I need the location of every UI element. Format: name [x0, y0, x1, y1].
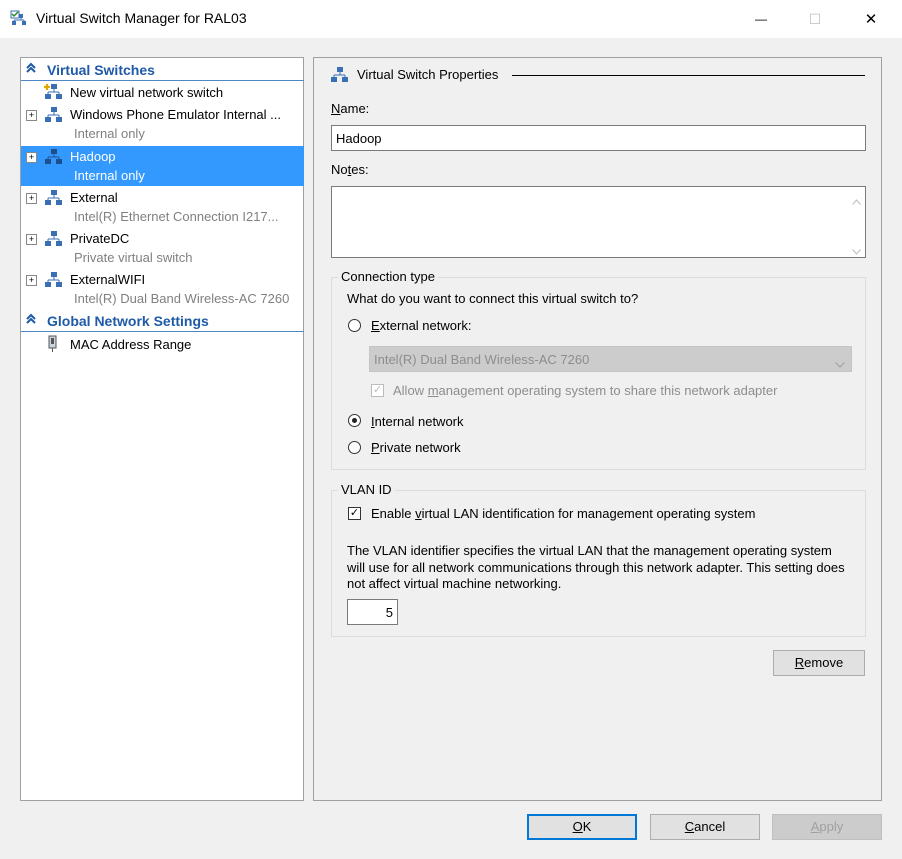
tree-item-label: MAC Address Range	[70, 337, 192, 352]
switch-icon	[330, 66, 350, 84]
tree-item-sublabel: Internal only	[74, 168, 145, 183]
virtual-switches-label: Virtual Switches	[47, 62, 155, 78]
tree-item-sublabel: Intel(R) Ethernet Connection I217...	[74, 209, 279, 224]
scroll-down-icon[interactable]	[852, 243, 861, 258]
vlan-id-value: 5	[385, 605, 393, 620]
tree-item-windows-phone-emulator[interactable]: + Windows Phone Emulator Internal ... In…	[21, 104, 304, 144]
connection-type-title: Connection type	[338, 269, 438, 284]
tree-item-mac-address-range[interactable]: MAC Address Range	[21, 334, 304, 355]
window-title: Virtual Switch Manager for RAL03	[36, 10, 247, 26]
title-bar: Virtual Switch Manager for RAL03 — ☐ ✕	[0, 0, 902, 38]
apply-button: Apply	[772, 814, 882, 840]
chevron-down-icon	[835, 356, 845, 371]
expand-icon[interactable]: +	[26, 234, 37, 245]
enable-vlan-label[interactable]: Enable virtual LAN identification for ma…	[371, 506, 755, 521]
collapse-chevron-icon	[25, 313, 37, 328]
tree-item-label: ExternalWIFI	[70, 272, 146, 287]
tree-item-sublabel: Private virtual switch	[74, 250, 193, 265]
switch-icon	[44, 148, 64, 166]
enable-vlan-checkbox[interactable]: ✓	[348, 507, 361, 520]
private-network-radio[interactable]	[348, 441, 361, 454]
tree-item-external[interactable]: + External Intel(R) Ethernet Connection …	[21, 187, 304, 227]
expand-icon[interactable]: +	[26, 110, 37, 121]
expand-icon[interactable]: +	[26, 152, 37, 163]
switch-icon	[44, 271, 64, 289]
switch-manager-icon	[10, 10, 28, 28]
notes-field[interactable]	[331, 186, 866, 258]
external-network-radio[interactable]	[348, 319, 361, 332]
external-network-label[interactable]: External network:	[371, 318, 471, 333]
tree-item-externalwifi[interactable]: + ExternalWIFI Intel(R) Dual Band Wirele…	[21, 269, 304, 309]
switch-tree[interactable]: Virtual Switches New virtual network swi…	[20, 57, 304, 801]
adapter-select: Intel(R) Dual Band Wireless-AC 7260	[369, 346, 852, 372]
maximize-button: ☐	[792, 0, 838, 38]
vlan-id-field[interactable]: 5	[347, 599, 398, 625]
tree-item-privatedc[interactable]: + PrivateDC Private virtual switch	[21, 228, 304, 268]
vlan-id-title: VLAN ID	[338, 482, 395, 497]
allow-management-label: Allow management operating system to sha…	[393, 383, 778, 398]
cancel-button[interactable]: Cancel	[650, 814, 760, 840]
tree-item-new-switch[interactable]: New virtual network switch	[21, 82, 304, 103]
tree-item-label: Hadoop	[70, 149, 116, 164]
vlan-description: The VLAN identifier specifies the virtua…	[347, 543, 845, 591]
connection-type-question: What do you want to connect this virtual…	[347, 291, 639, 306]
switch-icon	[44, 230, 64, 248]
virtual-switches-header[interactable]: Virtual Switches	[21, 60, 304, 81]
internal-network-radio[interactable]	[348, 414, 361, 427]
close-button[interactable]: ✕	[848, 0, 894, 38]
tree-item-label: External	[70, 190, 118, 205]
network-adapter-icon	[44, 335, 64, 353]
tree-item-sublabel: Internal only	[74, 126, 145, 141]
expand-icon[interactable]: +	[26, 193, 37, 204]
maximize-icon: ☐	[808, 10, 822, 27]
remove-button[interactable]: Remove	[773, 650, 865, 676]
global-network-settings-label: Global Network Settings	[47, 313, 209, 329]
minimize-icon: —	[755, 12, 767, 26]
ok-button[interactable]: OK	[527, 814, 637, 840]
adapter-select-value: Intel(R) Dual Band Wireless-AC 7260	[374, 352, 590, 367]
section-title: Virtual Switch Properties	[357, 67, 499, 82]
name-field[interactable]: Hadoop	[331, 125, 866, 151]
allow-management-checkbox: ✓	[371, 384, 384, 397]
private-network-label[interactable]: Private network	[371, 440, 461, 455]
notes-label: Notes:	[331, 162, 369, 177]
expand-icon[interactable]: +	[26, 275, 37, 286]
close-icon: ✕	[864, 11, 878, 28]
collapse-chevron-icon	[25, 62, 37, 77]
tree-item-label: New virtual network switch	[70, 85, 224, 100]
name-label: Name:	[331, 101, 370, 116]
name-field-value: Hadoop	[336, 131, 382, 146]
scroll-up-icon[interactable]	[852, 193, 861, 208]
tree-item-label: Windows Phone Emulator Internal ...	[70, 107, 281, 122]
minimize-button[interactable]: —	[738, 0, 784, 38]
new-switch-icon	[44, 83, 64, 101]
switch-icon	[44, 189, 64, 207]
global-network-settings-header[interactable]: Global Network Settings	[21, 311, 304, 332]
tree-item-hadoop[interactable]: + Hadoop Internal only	[21, 146, 304, 186]
notes-scrollbar[interactable]	[848, 187, 865, 257]
tree-item-sublabel: Intel(R) Dual Band Wireless-AC 7260	[74, 291, 290, 306]
internal-network-label[interactable]: Internal network	[371, 414, 464, 429]
switch-icon	[44, 106, 64, 124]
tree-item-label: PrivateDC	[70, 231, 130, 246]
section-divider	[512, 75, 865, 76]
